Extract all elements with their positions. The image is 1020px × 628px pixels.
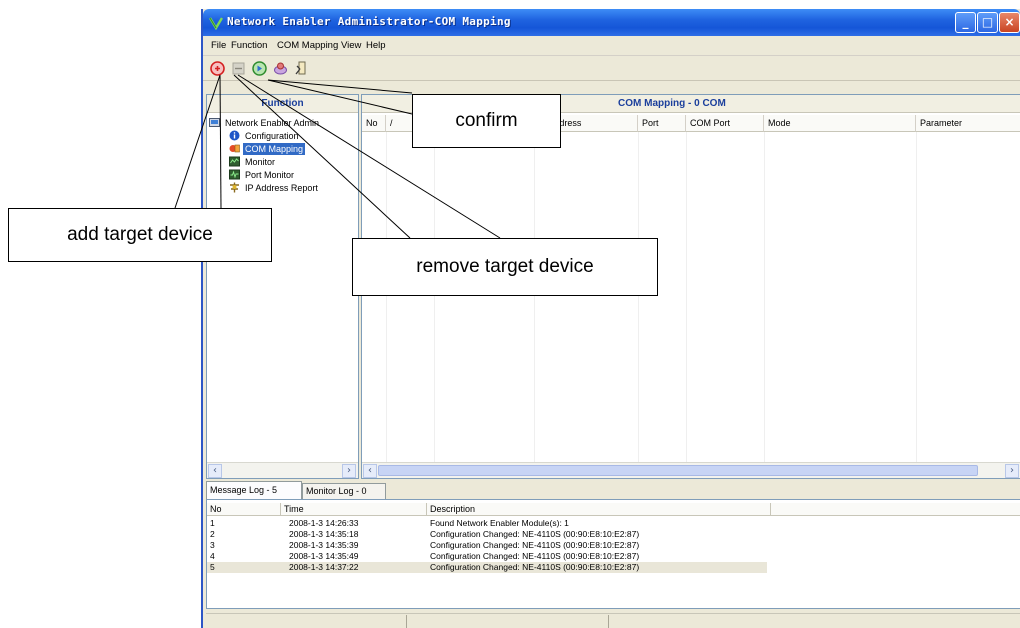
- column-parameter[interactable]: Parameter: [916, 115, 1020, 132]
- log-column-extra[interactable]: [771, 503, 1020, 516]
- menu-help[interactable]: Help: [366, 40, 386, 51]
- grid-line: [434, 132, 435, 462]
- remove-target-icon[interactable]: [230, 60, 247, 77]
- menu-com-mapping[interactable]: COM Mapping: [277, 40, 338, 51]
- menu-view[interactable]: View: [341, 40, 361, 51]
- minimize-button[interactable]: _: [955, 12, 976, 33]
- network-icon: [209, 118, 220, 127]
- tab-monitor-log[interactable]: Monitor Log - 0: [302, 483, 386, 499]
- grid-line: [686, 132, 687, 462]
- log-row[interactable]: 3 2008-1-3 14:35:39 Configuration Change…: [207, 540, 767, 551]
- maximize-button[interactable]: □: [977, 12, 998, 33]
- scroll-thumb[interactable]: [378, 465, 978, 476]
- tree-item-configuration[interactable]: Configuration: [229, 130, 301, 143]
- menu-function[interactable]: Function: [231, 40, 267, 51]
- tree-item-ip-address-report[interactable]: IP Address Report: [229, 182, 320, 195]
- log-row[interactable]: 2 2008-1-3 14:35:18 Configuration Change…: [207, 529, 767, 540]
- exit-icon[interactable]: [293, 60, 310, 77]
- app-window: Network Enabler Administrator-COM Mappin…: [201, 9, 1020, 628]
- grid-line: [916, 132, 917, 462]
- confirm-icon[interactable]: [251, 60, 268, 77]
- tree-horizontal-scrollbar[interactable]: ‹ ›: [207, 462, 358, 478]
- menu-bar: File Function COM Mapping View Help: [203, 36, 1020, 56]
- callout-confirm: confirm: [412, 94, 561, 148]
- grid-line: [638, 132, 639, 462]
- callout-remove-target-device: remove target device: [352, 238, 658, 296]
- title-bar[interactable]: Network Enabler Administrator-COM Mappin…: [203, 9, 1020, 36]
- log-row-selected[interactable]: 5 2008-1-3 14:37:22 Configuration Change…: [207, 562, 767, 573]
- status-bar: [206, 613, 1020, 628]
- com-mapping-icon: [229, 144, 240, 153]
- grid-line: [764, 132, 765, 462]
- status-divider: [406, 615, 407, 628]
- status-divider: [608, 615, 609, 628]
- tab-message-log[interactable]: Message Log - 5: [206, 481, 302, 499]
- column-port[interactable]: Port: [638, 115, 686, 132]
- tree-item-com-mapping[interactable]: COM Mapping: [229, 143, 306, 156]
- tree-item-port-monitor[interactable]: Port Monitor: [229, 169, 296, 182]
- scroll-right-icon[interactable]: ›: [1005, 464, 1019, 478]
- column-mode[interactable]: Mode: [764, 115, 916, 132]
- function-tree-panel: Function Network Enabler Admin Configura…: [206, 94, 359, 479]
- settings-icon[interactable]: [272, 60, 289, 77]
- close-button[interactable]: ×: [999, 12, 1020, 33]
- column-no[interactable]: No: [362, 115, 386, 132]
- log-column-no[interactable]: No: [207, 503, 281, 516]
- grid-line: [534, 132, 535, 462]
- column-com-port[interactable]: COM Port: [686, 115, 764, 132]
- window-title: Network Enabler Administrator-COM Mappin…: [227, 15, 511, 28]
- callout-add-target-device: add target device: [8, 208, 272, 262]
- log-column-description[interactable]: Description: [427, 503, 771, 516]
- port-monitor-icon: [229, 169, 240, 180]
- monitor-icon: [229, 156, 240, 167]
- toolbar: [203, 57, 1020, 81]
- menu-file[interactable]: File: [211, 40, 226, 51]
- add-target-icon[interactable]: [209, 60, 226, 77]
- tree-item-monitor[interactable]: Monitor: [229, 156, 277, 169]
- app-icon: [209, 17, 223, 30]
- info-icon: [229, 130, 240, 141]
- scroll-right-icon[interactable]: ›: [342, 464, 356, 478]
- message-log-panel: No Time Description 1 2008-1-3 14:26:33 …: [206, 499, 1020, 609]
- log-column-time[interactable]: Time: [281, 503, 427, 516]
- scroll-left-icon[interactable]: ‹: [363, 464, 377, 478]
- tree-item-network-enabler-admin[interactable]: Network Enabler Admin: [209, 117, 321, 130]
- log-row[interactable]: 4 2008-1-3 14:35:49 Configuration Change…: [207, 551, 767, 562]
- function-header: Function: [207, 95, 358, 113]
- scroll-left-icon[interactable]: ‹: [208, 464, 222, 478]
- grid-line: [386, 132, 387, 462]
- grid-horizontal-scrollbar[interactable]: ‹ ›: [362, 462, 1020, 478]
- ip-report-icon: [230, 182, 239, 193]
- log-row[interactable]: 1 2008-1-3 14:26:33 Found Network Enable…: [207, 518, 767, 529]
